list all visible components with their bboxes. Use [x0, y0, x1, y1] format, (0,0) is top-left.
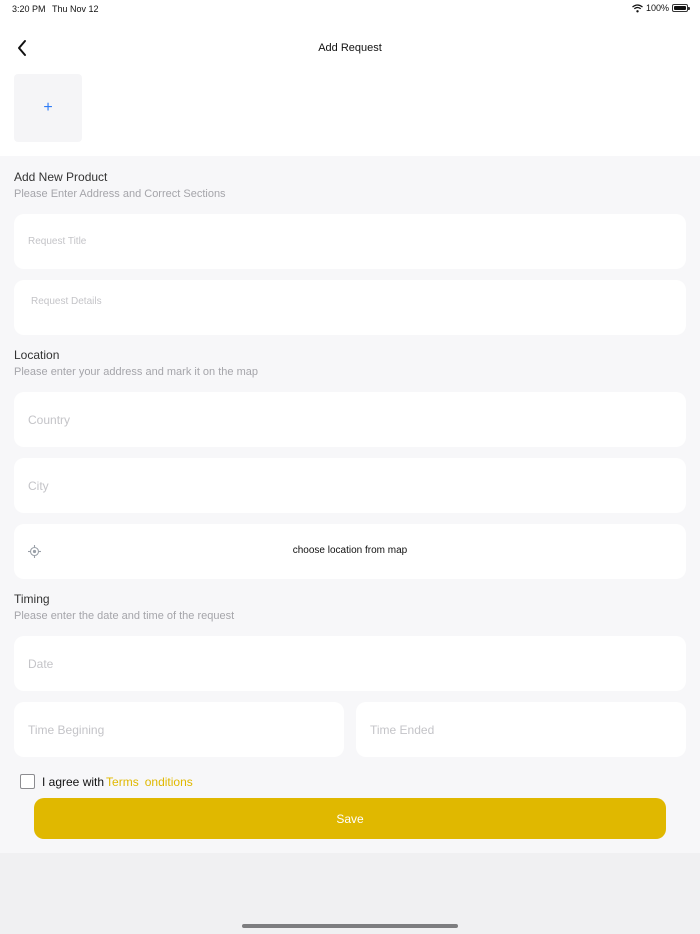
status-bar: 3:20 PM Thu Nov 12 100%: [0, 0, 700, 18]
battery-percent: 100%: [645, 3, 669, 13]
timing-section-title: Timing: [14, 592, 50, 606]
status-indicators: 100%: [632, 3, 690, 13]
country-input[interactable]: [28, 412, 686, 427]
country-field[interactable]: [14, 392, 686, 447]
wifi-icon: [632, 3, 643, 12]
conditions-link[interactable]: onditions: [145, 775, 193, 789]
choose-location-label: choose location from map: [292, 545, 408, 556]
save-button[interactable]: Save: [34, 798, 666, 839]
add-image-button[interactable]: +: [14, 74, 82, 142]
date-input[interactable]: [28, 656, 686, 671]
product-section-subtitle: Please Enter Address and Correct Section…: [14, 188, 226, 200]
request-title-field[interactable]: [14, 214, 686, 269]
battery-icon: [672, 4, 690, 12]
time-end-field[interactable]: [356, 702, 686, 757]
product-section-title: Add New Product: [14, 170, 108, 184]
date-field[interactable]: [14, 636, 686, 691]
header: Add Request +: [0, 18, 700, 156]
home-indicator: [242, 924, 458, 928]
plus-icon: +: [43, 99, 53, 116]
battery-level: [674, 6, 686, 10]
request-form: Add New Product Please Enter Address and…: [0, 156, 700, 853]
terms-link[interactable]: Terms: [106, 775, 139, 789]
time-end-input[interactable]: [370, 722, 686, 737]
time-begin-input[interactable]: [28, 722, 344, 737]
request-details-field[interactable]: [14, 280, 686, 335]
time-begin-field[interactable]: [14, 702, 344, 757]
terms-agreement-row: I agree with Terms onditions: [20, 774, 193, 789]
city-input[interactable]: [28, 478, 686, 493]
status-date: Thu Nov 12: [52, 4, 99, 14]
location-section-subtitle: Please enter your address and mark it on…: [14, 366, 258, 378]
location-section-title: Location: [14, 348, 60, 362]
agree-text: I agree with: [42, 774, 105, 789]
page-title: Add Request: [318, 42, 382, 54]
request-title-input[interactable]: [28, 236, 686, 247]
status-time: 3:20 PM: [12, 4, 46, 14]
city-field[interactable]: [14, 458, 686, 513]
terms-checkbox[interactable]: [20, 774, 35, 789]
choose-location-button[interactable]: choose location from map: [14, 524, 686, 579]
timing-section-subtitle: Please enter the date and time of the re…: [14, 610, 235, 622]
request-details-input[interactable]: [31, 296, 686, 307]
